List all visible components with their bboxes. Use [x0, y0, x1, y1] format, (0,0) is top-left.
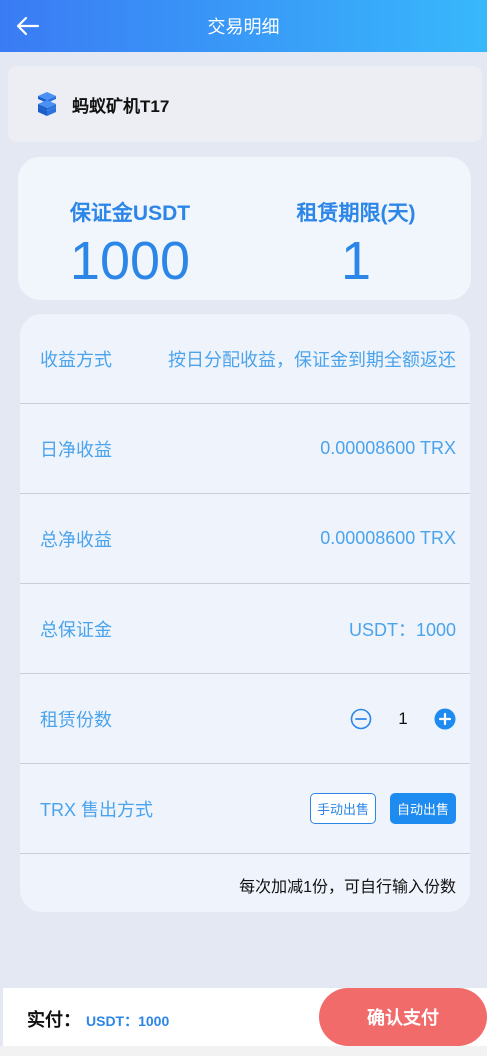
income-method-label: 收益方式 — [40, 349, 112, 370]
deposit-label: 保证金USDT — [69, 202, 191, 225]
income-method-row: 收益方式 按日分配收益，保证金到期全额返还 — [20, 314, 470, 404]
arrow-left-icon[interactable] — [14, 12, 42, 40]
total-deposit-label: 总保证金 — [40, 619, 112, 640]
deposit-stat: 保证金USDT 1000 — [20, 197, 240, 289]
quantity-stepper — [350, 708, 456, 730]
income-method-value: 按日分配收益，保证金到期全额返还 — [168, 349, 456, 370]
total-income-value: 0.00008600 TRX — [320, 528, 456, 548]
cube-stack-icon — [38, 92, 56, 116]
shares-note: 每次加减1份，可自行输入份数 — [239, 879, 456, 896]
page-title: 交易明细 — [207, 17, 280, 37]
sell-method-row: TRX 售出方式 手动出售 自动出售 — [20, 764, 470, 854]
top-header: 交易明细 — [0, 0, 487, 52]
product-card: 蚂蚁矿机T17 — [8, 66, 482, 142]
confirm-pay-button[interactable]: 确认支付 — [319, 988, 487, 1046]
term-label: 租赁期限(天) — [296, 202, 416, 225]
sell-method-label: TRX 售出方式 — [40, 799, 154, 820]
deposit-value: 1000 — [69, 231, 191, 291]
total-deposit-row: 总保证金 USDT：1000 — [20, 584, 470, 674]
total-deposit-value: USDT：1000 — [348, 619, 456, 640]
daily-income-row: 日净收益 0.00008600 TRX — [20, 404, 470, 494]
auto-sell-button[interactable]: 自动出售 — [389, 793, 456, 824]
pay-label: 实付： — [27, 1010, 81, 1030]
pay-amount: USDT：1000 — [86, 1013, 170, 1029]
detail-card: 收益方式 按日分配收益，保证金到期全额返还 日净收益 0.00008600 TR… — [20, 314, 470, 912]
daily-income-label: 日净收益 — [40, 439, 112, 460]
payment-bar: 实付： USDT：1000 确认支付 — [3, 988, 487, 1046]
bottom-strip — [0, 1046, 487, 1056]
term-value: 1 — [340, 231, 372, 291]
daily-income-value: 0.00008600 TRX — [320, 438, 456, 458]
plus-circle-icon[interactable] — [434, 708, 456, 730]
product-name: 蚂蚁矿机T17 — [72, 96, 170, 116]
shares-input[interactable] — [372, 708, 434, 729]
shares-label: 租赁份数 — [40, 709, 112, 730]
manual-sell-button[interactable]: 手动出售 — [309, 793, 376, 824]
minus-circle-icon[interactable] — [350, 708, 372, 730]
total-income-row: 总净收益 0.00008600 TRX — [20, 494, 470, 584]
stats-card: 保证金USDT 1000 租赁期限(天) 1 — [18, 157, 471, 300]
shares-row: 租赁份数 — [20, 674, 470, 764]
term-stat: 租赁期限(天) 1 — [246, 197, 466, 289]
total-income-label: 总净收益 — [40, 529, 112, 550]
sell-method-options: 手动出售 自动出售 — [309, 793, 456, 824]
